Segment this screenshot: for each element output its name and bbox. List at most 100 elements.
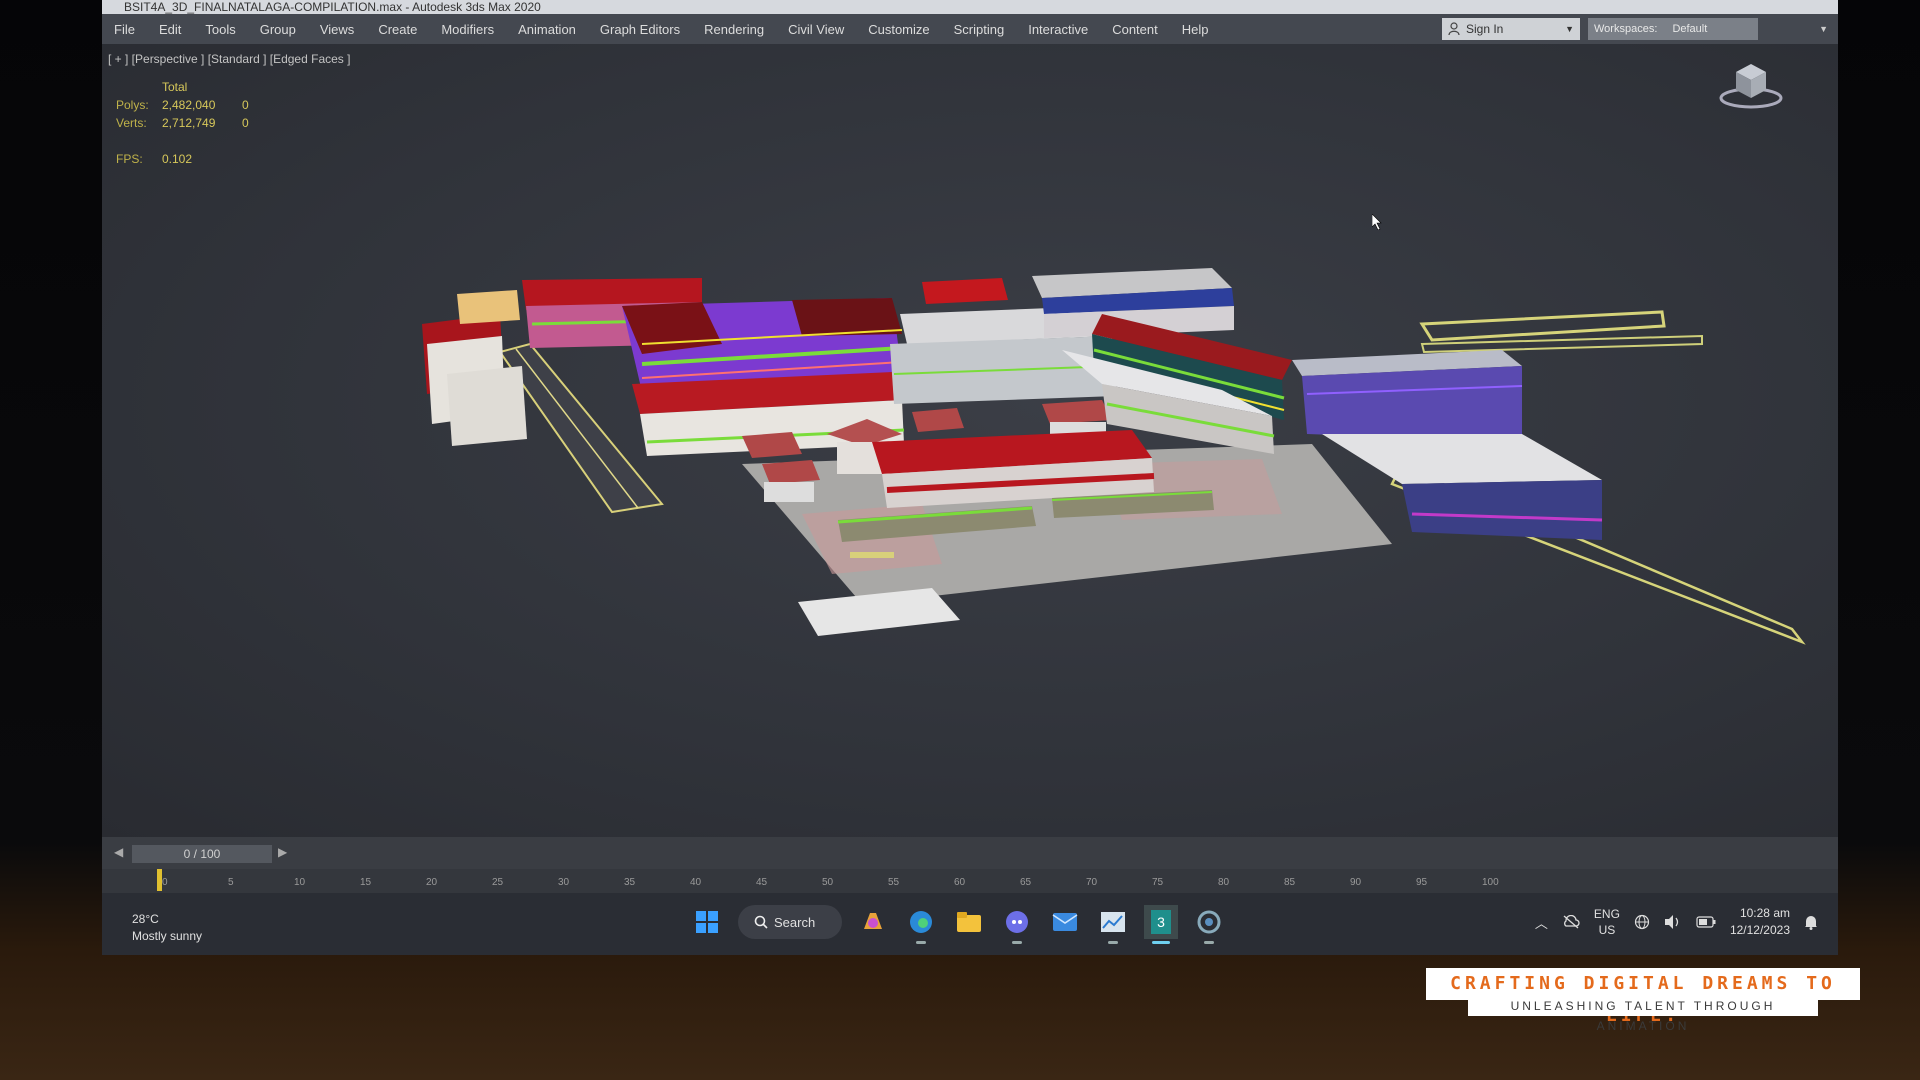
mouse-cursor-icon — [1372, 214, 1382, 230]
menu-edit[interactable]: Edit — [147, 22, 193, 37]
search-label: Search — [774, 914, 816, 930]
menu-group[interactable]: Group — [248, 22, 308, 37]
tick-label: 100 — [1482, 877, 1499, 888]
mail-app[interactable] — [1048, 905, 1082, 939]
discord-app[interactable] — [1000, 905, 1034, 944]
tick-label: 85 — [1284, 877, 1296, 888]
menu-rendering[interactable]: Rendering — [692, 22, 776, 37]
banner-subtitle: UNLEASHING TALENT THROUGH ANIMATION — [1468, 996, 1818, 1033]
running-indicator — [1012, 941, 1022, 944]
chevron-down-icon: ▼ — [1565, 24, 1574, 34]
tick-label: 55 — [888, 877, 900, 888]
tick-label: 65 — [1020, 877, 1032, 888]
windows-logo-icon — [696, 911, 718, 933]
3ds-max-app[interactable]: 3 — [1144, 905, 1178, 944]
menu-animation[interactable]: Animation — [506, 22, 588, 37]
tick-label: 90 — [1350, 877, 1362, 888]
globe-app-icon — [1197, 910, 1221, 934]
menu-content[interactable]: Content — [1100, 22, 1170, 37]
perspective-viewport[interactable]: [ + ] [Perspective ] [Standard ] [Edged … — [102, 44, 1838, 837]
tick-label: 15 — [360, 877, 372, 888]
workspaces-value: Default — [1672, 23, 1708, 35]
menu-help[interactable]: Help — [1170, 22, 1221, 37]
time-slider[interactable]: 0 / 100 — [132, 845, 272, 863]
event-banner: CRAFTING DIGITAL DREAMS TO LIFE: UNLEASH… — [1426, 968, 1860, 1033]
task-manager-app[interactable] — [1096, 905, 1130, 944]
campus-3d-model — [422, 268, 1806, 645]
clock-time: 10:28 am — [1739, 906, 1790, 920]
file-explorer-app[interactable] — [952, 905, 986, 939]
chevron-right-icon[interactable]: ▶ — [278, 845, 287, 859]
3ds-max-icon: 3 — [1151, 910, 1171, 934]
tick-label: 5 — [228, 877, 234, 888]
chevron-down-icon: ▼ — [1819, 24, 1828, 34]
track-bar[interactable]: 0 5 10 15 20 25 30 35 40 45 50 55 60 65 … — [102, 869, 1838, 893]
cloud-offline-icon[interactable] — [1562, 915, 1580, 929]
app-pinned[interactable] — [1192, 905, 1226, 944]
region-code: US — [1598, 923, 1616, 937]
running-indicator — [1152, 941, 1170, 944]
tick-label: 70 — [1086, 877, 1098, 888]
tick-label: 20 — [426, 877, 438, 888]
tick-label: 30 — [558, 877, 570, 888]
menu-tools[interactable]: Tools — [193, 22, 247, 37]
svg-text:3: 3 — [1157, 914, 1165, 930]
taskbar-search[interactable]: Search — [738, 905, 842, 939]
chevron-up-icon[interactable]: ︿ — [1535, 913, 1548, 932]
copilot-icon — [864, 913, 882, 929]
clock-date: 12/12/2023 — [1729, 923, 1790, 937]
network-globe-icon[interactable] — [1634, 914, 1650, 930]
menu-civil-view[interactable]: Civil View — [776, 22, 856, 37]
menu-interactive[interactable]: Interactive — [1016, 22, 1100, 37]
tick-label: 60 — [954, 877, 966, 888]
menu-modifiers[interactable]: Modifiers — [429, 22, 506, 37]
tick-label: 95 — [1416, 877, 1428, 888]
tick-label: 10 — [294, 877, 306, 888]
window-title-bar: BSIT4A_3D_FINALNATALAGA-COMPILATION.max … — [102, 0, 1838, 14]
menu-create[interactable]: Create — [366, 22, 429, 37]
notification-bell-icon[interactable] — [1804, 914, 1818, 930]
menu-scripting[interactable]: Scripting — [942, 22, 1017, 37]
sign-in-label: Sign In — [1466, 22, 1504, 36]
menu-customize[interactable]: Customize — [856, 22, 941, 37]
running-indicator — [916, 941, 926, 944]
folder-icon — [957, 912, 981, 932]
weather-widget[interactable]: 28°C Mostly sunny — [132, 911, 202, 945]
tick-label: 75 — [1152, 877, 1164, 888]
time-slider-bar: ◀ 0 / 100 ▶ — [102, 837, 1838, 869]
window-title: BSIT4A_3D_FINALNATALAGA-COMPILATION.max … — [124, 0, 541, 14]
menu-views[interactable]: Views — [308, 22, 366, 37]
mail-icon — [1052, 913, 1078, 931]
running-indicator — [1108, 941, 1118, 944]
weather-description: Mostly sunny — [132, 929, 203, 943]
search-icon — [754, 915, 768, 929]
weather-temperature: 28°C — [132, 912, 159, 926]
copilot-app[interactable] — [856, 905, 890, 939]
tick-label: 45 — [756, 877, 768, 888]
tick-label: 0 — [162, 877, 168, 888]
language-code: ENG — [1593, 907, 1620, 921]
menu-file[interactable]: File — [102, 22, 147, 37]
edge-browser-icon — [910, 911, 932, 933]
volume-icon[interactable] — [1664, 914, 1682, 930]
start-button[interactable] — [690, 905, 724, 939]
chart-window-icon — [1101, 912, 1125, 932]
menu-bar: File Edit Tools Group Views Create Modif… — [102, 14, 1838, 44]
running-indicator — [1204, 941, 1214, 944]
tick-label: 35 — [624, 877, 636, 888]
monitor-screen: BSIT4A_3D_FINALNATALAGA-COMPILATION.max … — [102, 0, 1838, 955]
discord-icon — [1006, 911, 1028, 933]
clock[interactable]: 10:28 am 12/12/2023 — [1730, 905, 1790, 939]
tick-label: 80 — [1218, 877, 1230, 888]
sign-in-dropdown[interactable]: Sign In ▼ — [1442, 18, 1580, 40]
input-language[interactable]: ENG US — [1594, 906, 1620, 938]
tick-label: 40 — [690, 877, 702, 888]
workspaces-label: Workspaces: — [1594, 23, 1658, 35]
battery-icon[interactable] — [1696, 916, 1716, 928]
user-icon — [1448, 22, 1460, 36]
menu-graph-editors[interactable]: Graph Editors — [588, 22, 692, 37]
chevron-left-icon[interactable]: ◀ — [114, 845, 123, 859]
windows-taskbar: 28°C Mostly sunny Search 3 ︿ ENG US 10:2… — [102, 893, 1838, 955]
workspaces-dropdown[interactable]: Workspaces: Default ▼ — [1588, 18, 1828, 40]
edge-app[interactable] — [904, 905, 938, 944]
